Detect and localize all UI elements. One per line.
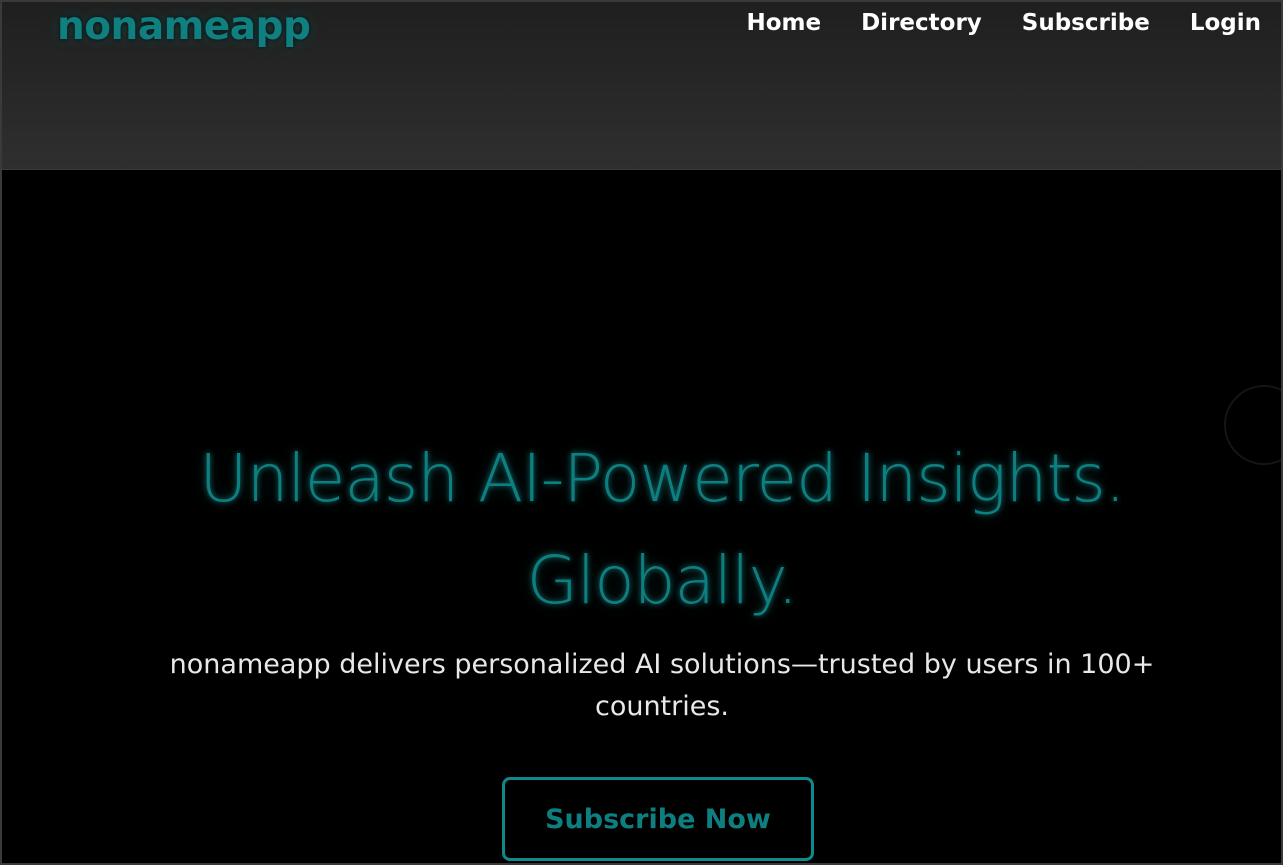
- brand-logo[interactable]: nonameapp: [57, 2, 311, 52]
- nav-link-subscribe[interactable]: Subscribe: [1002, 6, 1170, 40]
- hero-title: Unleash AI-Powered Insights. Globally.: [199, 440, 1125, 619]
- page-frame: nonameapp Home Directory Subscribe Login…: [0, 0, 1283, 865]
- carousel-control-icon[interactable]: [1224, 385, 1281, 465]
- site-header: nonameapp Home Directory Subscribe Login: [2, 2, 1281, 170]
- nav-link-login[interactable]: Login: [1170, 6, 1261, 40]
- nav-link-directory[interactable]: Directory: [841, 6, 1002, 40]
- subscribe-now-button[interactable]: Subscribe Now: [502, 777, 814, 861]
- main-nav: Home Directory Subscribe Login: [726, 6, 1261, 40]
- hero-subtitle: nonameapp delivers personalized AI solut…: [169, 649, 1155, 722]
- hero-section: Unleash AI-Powered Insights. Globally. n…: [2, 170, 1281, 863]
- nav-link-home[interactable]: Home: [726, 6, 841, 40]
